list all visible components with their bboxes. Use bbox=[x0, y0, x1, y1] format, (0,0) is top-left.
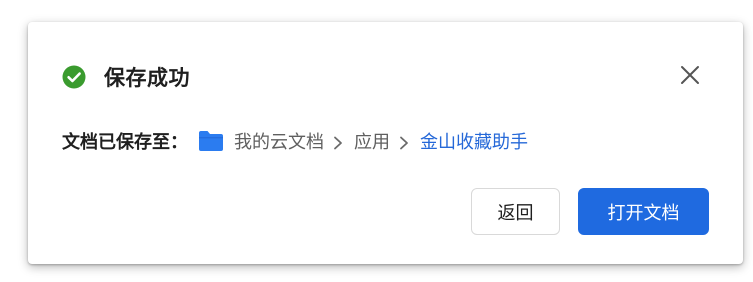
open-document-button[interactable]: 打开文档 bbox=[578, 188, 709, 235]
save-location: 文档已保存至： 我的云文档 应用 金山收藏助手 bbox=[62, 126, 528, 156]
close-icon bbox=[680, 65, 700, 89]
check-circle-icon bbox=[62, 65, 86, 89]
breadcrumb-my-cloud-docs: 我的云文档 bbox=[234, 132, 324, 153]
chevron-right-icon bbox=[332, 134, 344, 150]
close-button[interactable] bbox=[677, 64, 703, 90]
dialog-header: 保存成功 bbox=[62, 62, 190, 92]
breadcrumb-kingsoft-collect-assistant-link[interactable]: 金山收藏助手 bbox=[420, 128, 528, 154]
save-location-label: 文档已保存至： bbox=[62, 132, 188, 153]
screen: 保存成功 文档已保存至： 我的云文档 应用 金山收藏助手 返回 打开文档 bbox=[0, 0, 753, 282]
save-success-dialog: 保存成功 文档已保存至： 我的云文档 应用 金山收藏助手 返回 打开文档 bbox=[28, 22, 743, 264]
breadcrumb-apps: 应用 bbox=[354, 132, 390, 153]
back-button[interactable]: 返回 bbox=[471, 188, 560, 235]
chevron-right-icon bbox=[398, 134, 410, 150]
dialog-title: 保存成功 bbox=[104, 66, 190, 90]
folder-icon bbox=[198, 130, 224, 152]
